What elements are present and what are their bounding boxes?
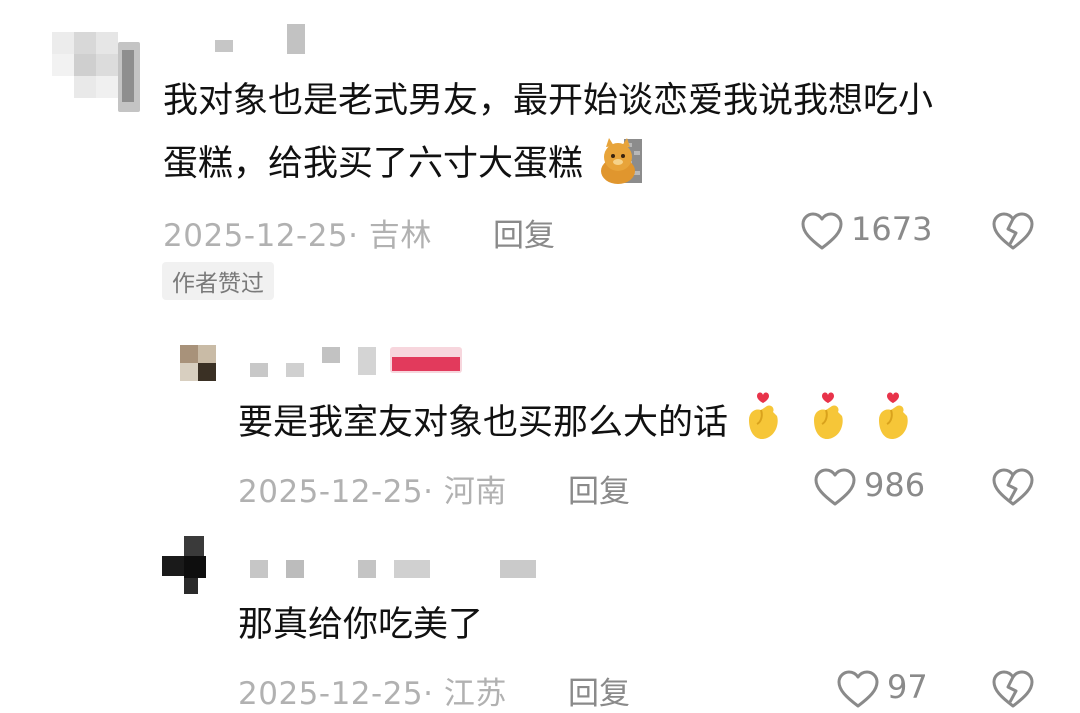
dislike-broken-heart-icon[interactable] <box>991 669 1035 709</box>
finger-heart-emoji-icon <box>808 390 848 444</box>
comment-date-location: 2025-12-25· 江苏 <box>238 676 507 712</box>
reply-button[interactable]: 回复 <box>493 210 555 255</box>
username[interactable] <box>250 345 470 383</box>
comment-date-location: 2025-12-25· 河南 <box>238 474 507 510</box>
reply-button[interactable]: 回复 <box>568 466 630 511</box>
heart-icon[interactable] <box>836 669 880 709</box>
like-count: 986 <box>864 466 926 504</box>
cat-emoji-icon <box>598 137 644 185</box>
heart-icon[interactable] <box>813 467 857 507</box>
avatar[interactable] <box>52 22 144 114</box>
comment-date-location: 2025-12-25· 吉林 <box>163 218 432 254</box>
avatar[interactable] <box>162 536 218 594</box>
comment-text: 我对象也是老式男友，最开始谈恋爱我说我想吃小 <box>163 81 934 121</box>
finger-heart-emoji-icon <box>873 390 913 444</box>
like-count: 97 <box>887 668 928 706</box>
username[interactable] <box>215 22 315 56</box>
comment-text: 那真给你吃美了 <box>238 605 484 645</box>
dislike-broken-heart-icon[interactable] <box>991 467 1035 507</box>
username[interactable] <box>250 558 550 582</box>
heart-icon[interactable] <box>800 211 844 251</box>
like-count: 1673 <box>851 210 933 248</box>
comment-text: 蛋糕，给我买了六寸大蛋糕 <box>163 133 644 195</box>
reply-button[interactable]: 回复 <box>568 668 630 713</box>
comment-text: 要是我室友对象也买那么大的话 <box>238 390 913 454</box>
dislike-broken-heart-icon[interactable] <box>991 211 1035 251</box>
avatar[interactable] <box>180 345 216 381</box>
finger-heart-emoji-icon <box>743 390 783 444</box>
author-liked-badge: 作者赞过 <box>162 262 274 300</box>
